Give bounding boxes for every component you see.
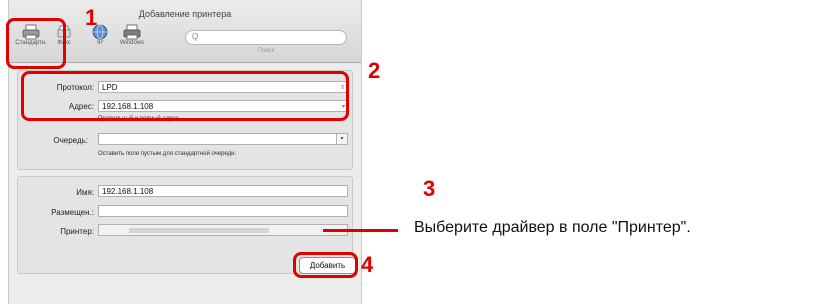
queue-label: Очередь: xyxy=(53,136,88,145)
window-title: Добавление принтера xyxy=(138,9,232,19)
toolbar-windows-button[interactable]: Windows xyxy=(115,24,149,46)
location-label: Размещен.: xyxy=(51,208,94,217)
search-input[interactable]: Q xyxy=(185,30,347,45)
search-label: Поиск xyxy=(257,48,275,54)
printer-select[interactable] xyxy=(98,224,348,236)
callout-line xyxy=(323,229,398,232)
blurred-printer-name xyxy=(129,228,269,233)
queue-field[interactable]: ▾ xyxy=(98,133,348,145)
callout-text: Выберите драйвер в поле "Принтер". xyxy=(414,219,691,236)
step2-number: 2 xyxy=(368,58,381,83)
highlight-box-step4 xyxy=(293,252,358,278)
queue-hint: Оставить поле пустым для стандартной оче… xyxy=(98,151,237,157)
printer-label: Принтер: xyxy=(60,227,94,236)
name-field[interactable]: 192.168.1.108 xyxy=(98,185,348,197)
name-label: Имя: xyxy=(76,188,94,197)
toolbar-windows-label: Windows xyxy=(119,40,145,46)
printer-icon xyxy=(123,24,141,40)
highlight-box-step2 xyxy=(21,71,349,121)
step1-number: 1 xyxy=(85,5,98,30)
search-icon: Q xyxy=(192,32,199,41)
toolbar-ip-label: IP xyxy=(97,40,103,46)
chevron-down-icon[interactable]: ▾ xyxy=(336,134,347,144)
highlight-box-step1 xyxy=(6,18,66,69)
name-value: 192.168.1.108 xyxy=(102,187,154,196)
step4-number: 4 xyxy=(361,252,374,277)
location-field[interactable] xyxy=(98,205,348,217)
step3-number: 3 xyxy=(423,176,436,201)
